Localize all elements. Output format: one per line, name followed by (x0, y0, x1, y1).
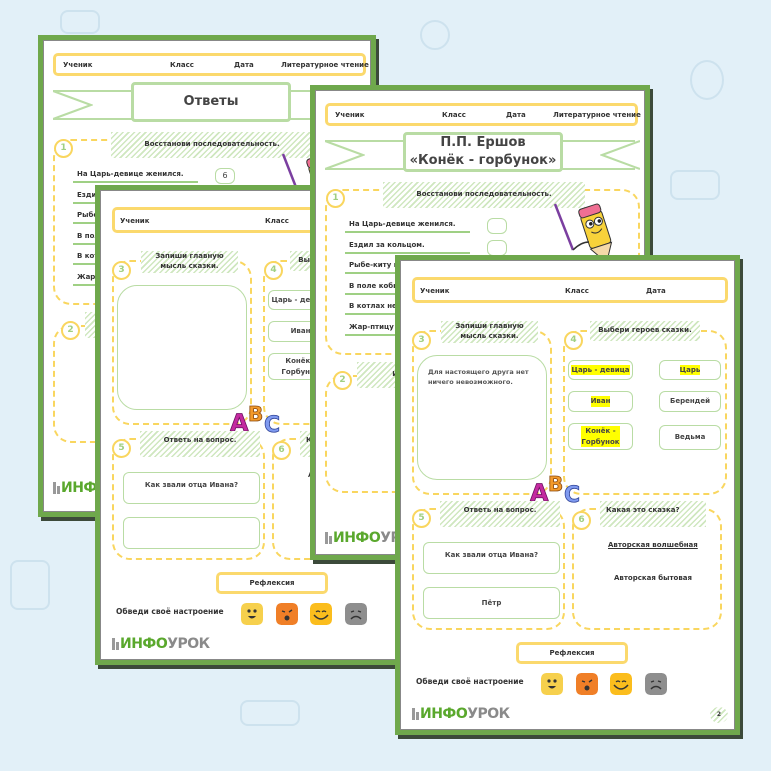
student-label: Ученик (420, 287, 450, 295)
sad-face-icon[interactable] (645, 673, 667, 695)
hero-option[interactable]: Берендей (659, 391, 721, 412)
mood-label: Обведи своё настроение (116, 607, 224, 616)
svg-text:C: C (564, 483, 580, 505)
title-box: П.П. Ершов «Конёк - горбунок» (403, 132, 563, 172)
task2-number: 2 (61, 321, 80, 340)
worksheet-header: Ученик Класс Дата Литературное чтение (53, 53, 369, 76)
sequence-item: На Царь-девице женился. (345, 217, 470, 233)
student-label: Ученик (63, 61, 93, 69)
hero-option-text: Берендей (670, 397, 710, 406)
date-label: Дата (234, 61, 254, 69)
shocked-face-icon[interactable] (276, 603, 298, 625)
task4-number: 4 (564, 331, 583, 350)
task5-label: Ответь на вопрос. (440, 501, 560, 527)
task1-number: 1 (54, 139, 73, 158)
background-doodle (670, 170, 720, 200)
hero-option[interactable]: Царь - девица (568, 360, 633, 380)
sequence-answer-box[interactable]: 6 (215, 168, 235, 184)
task5-number: 5 (112, 439, 131, 458)
task6-label: Какая это сказка? (600, 501, 706, 527)
class-label: Класс (265, 217, 289, 225)
main-idea-textbox[interactable]: Для настоящего друга нет ничего невозмож… (417, 355, 547, 480)
title-line-1: П.П. Ершов (440, 135, 526, 151)
hero-option-text: Иван (290, 327, 311, 336)
abc-letters-icon: A B C (530, 472, 581, 505)
background-doodle (10, 560, 50, 610)
hero-option[interactable]: Иван (568, 391, 633, 412)
infourok-logo: ИНФОУРОК (412, 706, 510, 722)
sequence-item: На Царь-девице женился. (73, 167, 198, 183)
svg-text:B: B (248, 402, 263, 426)
tale-type-option[interactable]: Авторская бытовая (614, 574, 692, 582)
sequence-answer-box[interactable] (487, 218, 507, 234)
task3-number: 3 (412, 331, 431, 350)
student-label: Ученик (120, 217, 150, 225)
sequence-answer-box[interactable] (487, 240, 507, 256)
background-doodle (690, 60, 724, 100)
grinning-face-icon[interactable] (310, 603, 332, 625)
answer-input[interactable]: Пётр (423, 587, 560, 619)
task6-number: 6 (572, 511, 591, 530)
shocked-face-icon[interactable] (576, 673, 598, 695)
happy-face-icon[interactable] (541, 673, 563, 695)
worksheet-header: Ученик Класс Дата (412, 277, 728, 303)
task4-label: Выбери героев сказки. (590, 321, 700, 341)
happy-face-icon[interactable] (241, 603, 263, 625)
hero-option[interactable]: Царь (659, 360, 721, 380)
class-label: Класс (170, 61, 194, 69)
task4-number: 4 (264, 261, 283, 280)
background-doodle (240, 700, 300, 726)
answers-worksheet-page-2: Ученик Класс Дата 3 Запиши главную мысль… (395, 255, 740, 735)
class-label: Класс (442, 111, 466, 119)
main-idea-textbox[interactable] (117, 285, 247, 410)
question-box: Как звали отца Ивана? (123, 472, 260, 504)
grinning-face-icon[interactable] (610, 673, 632, 695)
worksheet-header: Ученик Класс Дата Литературное чтение (325, 103, 641, 126)
student-label: Ученик (335, 111, 365, 119)
sequence-item: Ездил за кольцом. (345, 238, 470, 254)
subject-label: Литературное чтение (553, 111, 641, 119)
task3-label: Запиши главную мысль сказки. (141, 251, 238, 273)
ribbon-notch-left (53, 90, 93, 120)
task3-label: Запиши главную мысль сказки. (441, 321, 538, 343)
svg-text:C: C (264, 413, 280, 435)
infourok-logo: ИНФОУРОК (112, 636, 210, 652)
subject-label: Литературное чтение (281, 61, 369, 69)
svg-text:B: B (548, 472, 563, 496)
hero-option-text: Царь - девица (571, 364, 630, 376)
ribbon-notch-right (600, 140, 640, 170)
background-doodle (420, 20, 450, 50)
sad-face-icon[interactable] (345, 603, 367, 625)
hero-option-text: Царь (679, 364, 701, 376)
title-line-1: Ответы (183, 94, 239, 110)
page-number: 2 (710, 707, 728, 723)
hero-option[interactable]: Ведьма (659, 425, 721, 450)
task1-number: 1 (326, 189, 345, 208)
mood-label: Обведи своё настроение (416, 677, 524, 686)
task5-number: 5 (412, 509, 431, 528)
task3-number: 3 (112, 261, 131, 280)
date-label: Дата (506, 111, 526, 119)
task6-number: 6 (272, 441, 291, 460)
ribbon-notch-left (325, 140, 365, 170)
hero-option[interactable]: Конёк - Горбунок (568, 423, 633, 450)
task2-number: 2 (333, 371, 352, 390)
reflection-box: Рефлексия (216, 572, 328, 594)
hero-option-text: Конёк - Горбунок (581, 426, 620, 447)
task5-label: Ответь на вопрос. (140, 431, 260, 457)
question-box: Как звали отца Ивана? (423, 542, 560, 574)
reflection-box: Рефлексия (516, 642, 628, 664)
answer-input[interactable] (123, 517, 260, 549)
class-label: Класс (565, 287, 589, 295)
title-line-2: «Конёк - горбунок» (409, 153, 557, 168)
hero-option-text: Ведьма (674, 433, 706, 442)
tale-type-option[interactable]: Авторская волшебная (608, 541, 698, 549)
background-doodle (60, 10, 100, 34)
hero-option-text: Иван (590, 396, 611, 407)
abc-letters-icon: A B C (230, 402, 281, 435)
date-label: Дата (646, 287, 666, 295)
title-box: Ответы (131, 82, 291, 122)
